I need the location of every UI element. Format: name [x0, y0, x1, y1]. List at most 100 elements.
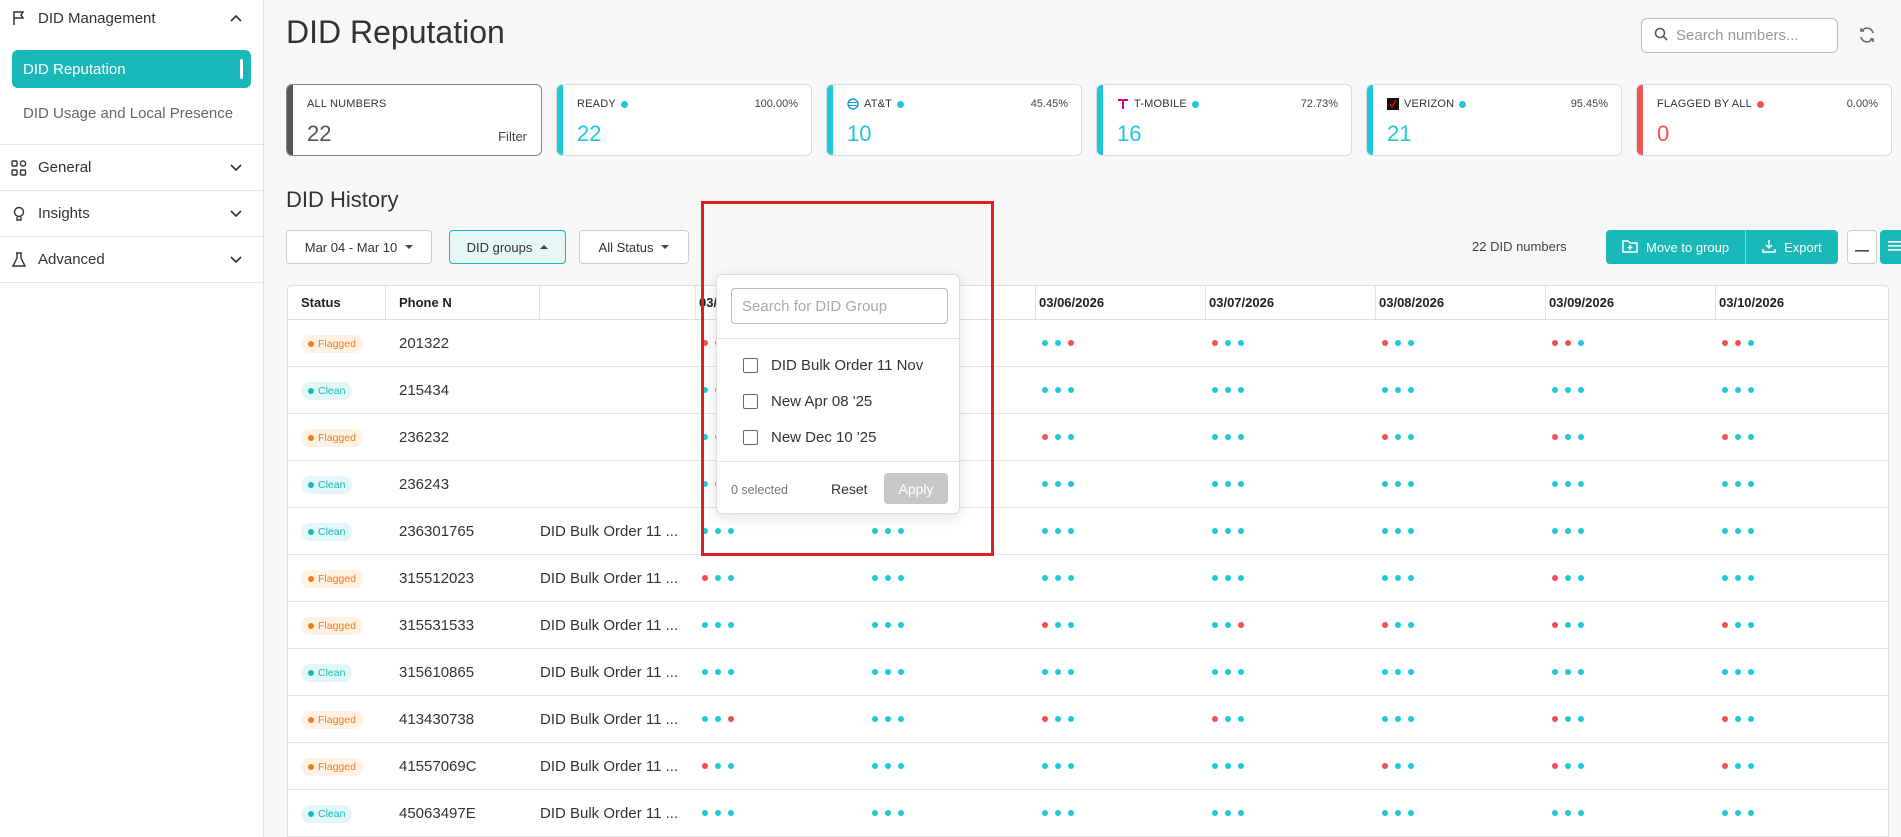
stat-card[interactable]: AT&T 45.45% 10	[826, 84, 1082, 156]
action-buttons: Move to group Export	[1606, 230, 1838, 264]
flagged-dot	[1068, 340, 1074, 346]
stat-card[interactable]: FLAGGED BY ALL 0.00% 0	[1636, 84, 1892, 156]
clean-dot	[1408, 481, 1414, 487]
search-input[interactable]	[1676, 27, 1826, 44]
clean-dot	[1212, 575, 1218, 581]
move-to-group-label: Move to group	[1646, 239, 1730, 255]
nav-general[interactable]: General	[0, 145, 263, 191]
day-status-cell	[1715, 555, 1885, 601]
day-status-cell	[1205, 461, 1375, 507]
table-row[interactable]: Flagged 315531533 DID Bulk Order 11 ...	[288, 602, 1888, 649]
clean-dot	[1735, 481, 1741, 487]
did-groups-dropdown[interactable]: DID groups	[449, 230, 566, 264]
clean-dot	[1748, 716, 1754, 722]
did-group-search-input[interactable]	[731, 288, 948, 324]
compact-view-button[interactable]	[1847, 230, 1877, 264]
day-status-cell	[1375, 555, 1545, 601]
phone-number-cell: 201322	[399, 334, 450, 352]
clean-dot	[872, 528, 878, 534]
nav-insights[interactable]: Insights	[0, 191, 263, 237]
export-button[interactable]: Export	[1745, 230, 1838, 264]
chevron-up-icon[interactable]	[229, 11, 243, 25]
column-header[interactable]: Status	[288, 286, 386, 319]
table-row[interactable]: Clean 236301765 DID Bulk Order 11 ...	[288, 508, 1888, 555]
column-header[interactable]: 03/09/2026	[1545, 286, 1715, 319]
date-range-dropdown[interactable]: Mar 04 - Mar 10	[286, 230, 432, 264]
stat-card[interactable]: READY 100.00% 22	[556, 84, 812, 156]
clean-dot	[1212, 528, 1218, 534]
clean-dot	[1238, 575, 1244, 581]
status-dropdown[interactable]: All Status	[579, 230, 689, 264]
day-status-cell	[1205, 696, 1375, 742]
nav-did-management[interactable]: DID Management	[0, 0, 263, 36]
carrier-status-dots	[1038, 575, 1074, 581]
stat-card[interactable]: ALL NUMBERS 22 Filter	[286, 84, 542, 156]
did-group-option[interactable]: DID Bulk Order 11 Nov	[717, 347, 959, 383]
lightbulb-icon	[10, 205, 28, 223]
reset-button[interactable]: Reset	[831, 481, 868, 497]
table-row[interactable]: Flagged 315512023 DID Bulk Order 11 ...	[288, 555, 1888, 602]
did-group-option[interactable]: New Apr 08 '25	[717, 383, 959, 419]
status-dot-icon	[308, 575, 314, 582]
status-badge-label: Flagged	[318, 760, 356, 773]
table-row[interactable]: Flagged 236232	[288, 414, 1888, 461]
clean-dot	[1722, 481, 1728, 487]
table-row[interactable]: Clean 45063497E DID Bulk Order 11 ...	[288, 790, 1888, 837]
table-row[interactable]: Flagged 413430738 DID Bulk Order 11 ...	[288, 696, 1888, 743]
stat-card-header: ALL NUMBERS	[307, 98, 386, 110]
stat-card-filter-link[interactable]: Filter	[498, 129, 527, 144]
column-header[interactable]: Phone N	[386, 286, 540, 319]
column-header[interactable]	[540, 286, 695, 319]
column-header[interactable]: 03/06/2026	[1035, 286, 1205, 319]
did-group-option[interactable]: New Dec 10 '25	[717, 419, 959, 455]
move-to-group-button[interactable]: Move to group	[1606, 230, 1746, 264]
stat-card[interactable]: T-MOBILE 72.73% 16	[1096, 84, 1352, 156]
table-row[interactable]: Flagged 201322	[288, 320, 1888, 367]
column-header[interactable]: 03/08/2026	[1375, 286, 1545, 319]
table-row[interactable]: Clean 236243	[288, 461, 1888, 508]
column-header[interactable]: 03/07/2026	[1205, 286, 1375, 319]
group-cell: DID Bulk Order 11 ...	[540, 569, 679, 587]
status-badge: Clean	[301, 663, 353, 682]
chevron-down-icon[interactable]	[229, 253, 243, 267]
checkbox[interactable]	[743, 429, 758, 445]
day-status-cell	[1035, 508, 1205, 554]
stat-card-label: VERIZON	[1404, 98, 1455, 110]
subnav-did-usage[interactable]: DID Usage and Local Presence	[12, 94, 251, 132]
table-row[interactable]: Flagged 41557069C DID Bulk Order 11 ...	[288, 743, 1888, 790]
carrier-status-dots	[1208, 387, 1244, 393]
day-status-cell	[1205, 555, 1375, 601]
table-row[interactable]: Clean 315610865 DID Bulk Order 11 ...	[288, 649, 1888, 696]
clean-dot	[1055, 810, 1061, 816]
status-badge: Flagged	[301, 616, 363, 635]
chevron-down-icon[interactable]	[229, 207, 243, 221]
column-header[interactable]: 03/10/2026	[1715, 286, 1885, 319]
carrier-status-dots	[1208, 810, 1244, 816]
clean-dot	[1212, 669, 1218, 675]
clean-dot	[702, 434, 708, 440]
search-box[interactable]	[1641, 18, 1838, 53]
checkbox[interactable]	[743, 357, 758, 373]
stat-card-label: READY	[577, 98, 616, 110]
carrier-status-dots	[1548, 716, 1584, 722]
apply-button[interactable]: Apply	[884, 473, 948, 504]
carrier-status-dots	[1038, 669, 1074, 675]
table-row[interactable]: Clean 215434	[288, 367, 1888, 414]
clean-dot	[702, 528, 708, 534]
status-badge: Clean	[301, 381, 353, 400]
status-dot-icon	[308, 481, 314, 488]
subnav-did-reputation[interactable]: DID Reputation	[12, 50, 251, 88]
clean-dot	[1055, 340, 1061, 346]
clean-dot	[1552, 481, 1558, 487]
carrier-status-dots	[1548, 763, 1584, 769]
checkbox[interactable]	[743, 393, 758, 409]
clean-dot	[1552, 387, 1558, 393]
chevron-down-icon[interactable]	[229, 161, 243, 175]
clean-dot	[885, 528, 891, 534]
clean-dot	[898, 575, 904, 581]
list-view-button[interactable]	[1880, 230, 1901, 264]
nav-advanced[interactable]: Advanced	[0, 237, 263, 283]
clean-dot	[715, 810, 721, 816]
stat-card[interactable]: VERIZON 95.45% 21	[1366, 84, 1622, 156]
refresh-button[interactable]	[1857, 26, 1877, 46]
